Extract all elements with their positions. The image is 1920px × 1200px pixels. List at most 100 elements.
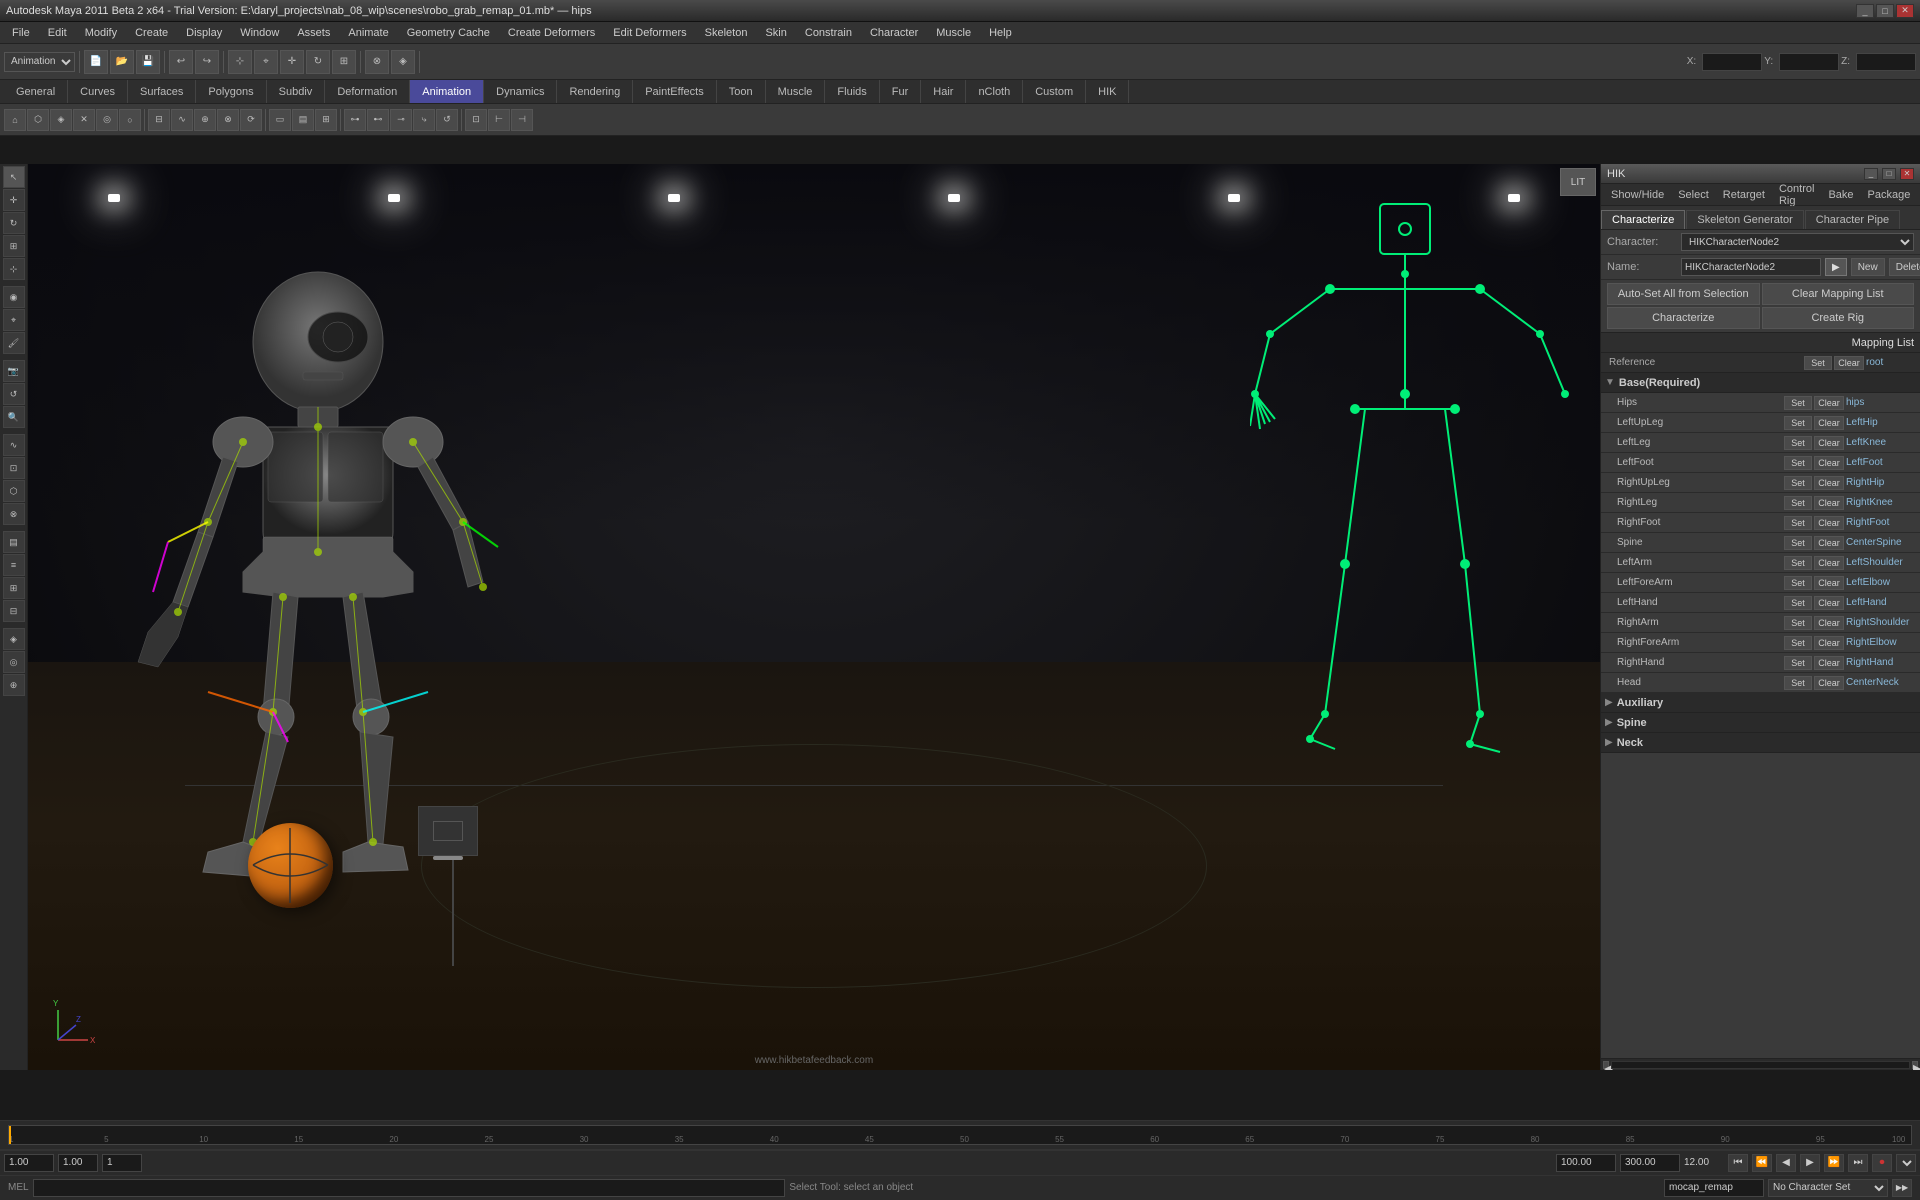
orbit-tool[interactable]: ↺ bbox=[3, 383, 25, 405]
redo-btn[interactable]: ↪ bbox=[195, 50, 219, 74]
menu-modify[interactable]: Modify bbox=[77, 25, 125, 41]
zoom-tool[interactable]: 🔍 bbox=[3, 406, 25, 428]
range-end-input[interactable] bbox=[1556, 1154, 1616, 1172]
undo-btn[interactable]: ↩ bbox=[169, 50, 193, 74]
tab-hik[interactable]: HIK bbox=[1086, 80, 1129, 103]
go-end-btn[interactable]: ⏭ bbox=[1848, 1154, 1868, 1172]
breakdown-icon[interactable]: ◈ bbox=[50, 109, 72, 131]
menu-muscle[interactable]: Muscle bbox=[928, 25, 979, 41]
menu-assets[interactable]: Assets bbox=[289, 25, 338, 41]
keyframe-icon[interactable]: ⌂ bbox=[4, 109, 26, 131]
right-fore-arm-clear-btn[interactable]: Clear bbox=[1814, 636, 1844, 650]
maximize-button[interactable]: □ bbox=[1876, 4, 1894, 18]
history-btn[interactable]: ⊗ bbox=[365, 50, 389, 74]
hik-minimize-btn[interactable]: _ bbox=[1864, 168, 1878, 180]
left-fore-arm-clear-btn[interactable]: Clear bbox=[1814, 576, 1844, 590]
command-input[interactable] bbox=[33, 1179, 786, 1197]
left-foot-set-btn[interactable]: Set bbox=[1784, 456, 1812, 470]
spine-set-btn[interactable]: Set bbox=[1784, 536, 1812, 550]
poly-tool[interactable]: ⬡ bbox=[3, 480, 25, 502]
hik-tab-skeleton-gen[interactable]: Skeleton Generator bbox=[1686, 210, 1803, 229]
channel-box[interactable]: ≡ bbox=[3, 554, 25, 576]
character-set-dropdown[interactable]: No Character Set bbox=[1768, 1179, 1888, 1197]
curve-editor-icon[interactable]: ∿ bbox=[171, 109, 193, 131]
layer-editor[interactable]: ▤ bbox=[3, 531, 25, 553]
tab-ncloth[interactable]: nCloth bbox=[966, 80, 1023, 103]
outliner[interactable]: ⊟ bbox=[3, 600, 25, 622]
hypershade[interactable]: ◎ bbox=[3, 651, 25, 673]
drive-key-icon[interactable]: ⊸ bbox=[390, 109, 412, 131]
right-foot-set-btn[interactable]: Set bbox=[1784, 516, 1812, 530]
menu-file[interactable]: File bbox=[4, 25, 38, 41]
reference-clear-btn[interactable]: Clear bbox=[1834, 356, 1864, 370]
hik-close-btn[interactable]: ✕ bbox=[1900, 168, 1914, 180]
hips-set-btn[interactable]: Set bbox=[1784, 396, 1812, 410]
new-btn[interactable]: New bbox=[1851, 258, 1885, 276]
key-all-icon[interactable]: ⬡ bbox=[27, 109, 49, 131]
tab-dynamics[interactable]: Dynamics bbox=[484, 80, 557, 103]
menu-edit[interactable]: Edit bbox=[40, 25, 75, 41]
paint-weights[interactable]: 🖌 bbox=[3, 332, 25, 354]
menu-character[interactable]: Character bbox=[862, 25, 926, 41]
menu-display[interactable]: Display bbox=[178, 25, 230, 41]
render-btn[interactable]: ◈ bbox=[391, 50, 415, 74]
tab-rendering[interactable]: Rendering bbox=[557, 80, 633, 103]
corner-button[interactable]: LIT bbox=[1560, 168, 1596, 196]
left-foot-clear-btn[interactable]: Clear bbox=[1814, 456, 1844, 470]
visor-icon[interactable]: ⊞ bbox=[315, 109, 337, 131]
hik-menu-showhide[interactable]: Show/Hide bbox=[1605, 187, 1670, 203]
hik-menu-bake[interactable]: Bake bbox=[1822, 187, 1859, 203]
left-up-leg-clear-btn[interactable]: Clear bbox=[1814, 416, 1844, 430]
left-leg-clear-btn[interactable]: Clear bbox=[1814, 436, 1844, 450]
tab-custom[interactable]: Custom bbox=[1023, 80, 1086, 103]
ghost-icon[interactable]: ◎ bbox=[96, 109, 118, 131]
loop-dropdown[interactable]: ↺ bbox=[1896, 1154, 1916, 1172]
tab-fur[interactable]: Fur bbox=[880, 80, 922, 103]
tab-animation[interactable]: Animation bbox=[410, 80, 484, 103]
scroll-right-btn[interactable]: ▶ bbox=[1912, 1061, 1918, 1069]
scroll-left-btn[interactable]: ◀ bbox=[1603, 1061, 1609, 1069]
hik-menu-retarget[interactable]: Retarget bbox=[1717, 187, 1771, 203]
tab-deformation[interactable]: Deformation bbox=[325, 80, 410, 103]
hik-menu-select[interactable]: Select bbox=[1672, 187, 1715, 203]
close-button[interactable]: ✕ bbox=[1896, 4, 1914, 18]
camera-tool[interactable]: 📷 bbox=[3, 360, 25, 382]
left-up-leg-set-btn[interactable]: Set bbox=[1784, 416, 1812, 430]
menu-geocache[interactable]: Geometry Cache bbox=[399, 25, 498, 41]
spine-section[interactable]: ▶ Spine bbox=[1601, 713, 1920, 733]
universal-tool[interactable]: ⊹ bbox=[3, 258, 25, 280]
prev-key-btn[interactable]: ⏪ bbox=[1752, 1154, 1772, 1172]
menu-create-def[interactable]: Create Deformers bbox=[500, 25, 603, 41]
delete-key-icon[interactable]: ✕ bbox=[73, 109, 95, 131]
timeline-track[interactable]: 1 5 10 15 20 25 30 35 40 45 50 55 60 65 … bbox=[8, 1125, 1912, 1145]
right-arm-set-btn[interactable]: Set bbox=[1784, 616, 1812, 630]
character-dropdown[interactable]: HIKCharacterNode2 bbox=[1681, 233, 1914, 251]
left-hand-clear-btn[interactable]: Clear bbox=[1814, 596, 1844, 610]
menu-edit-def[interactable]: Edit Deformers bbox=[605, 25, 694, 41]
node-editor[interactable]: ⊕ bbox=[3, 674, 25, 696]
tab-curves[interactable]: Curves bbox=[68, 80, 128, 103]
menu-constrain[interactable]: Constrain bbox=[797, 25, 860, 41]
right-hand-clear-btn[interactable]: Clear bbox=[1814, 656, 1844, 670]
head-set-btn[interactable]: Set bbox=[1784, 676, 1812, 690]
menu-create[interactable]: Create bbox=[127, 25, 176, 41]
path-anim-icon[interactable]: ⤷ bbox=[413, 109, 435, 131]
base-required-section[interactable]: ▼ Base(Required) bbox=[1601, 373, 1920, 393]
scale-tool[interactable]: ⊞ bbox=[3, 235, 25, 257]
surface-tool[interactable]: ⊡ bbox=[3, 457, 25, 479]
characterize-btn[interactable]: Characterize bbox=[1607, 307, 1760, 329]
menu-help[interactable]: Help bbox=[981, 25, 1020, 41]
animation-mode-dropdown[interactable]: Animation bbox=[4, 52, 75, 72]
create-rig-btn[interactable]: Create Rig bbox=[1762, 307, 1915, 329]
constraint-icon[interactable]: ⊡ bbox=[465, 109, 487, 131]
rotate-tool[interactable]: ↻ bbox=[3, 212, 25, 234]
right-fore-arm-set-btn[interactable]: Set bbox=[1784, 636, 1812, 650]
tab-polygons[interactable]: Polygons bbox=[196, 80, 266, 103]
scroll-track[interactable] bbox=[1611, 1061, 1910, 1069]
y-input[interactable] bbox=[1779, 53, 1839, 71]
unghost-icon[interactable]: ○ bbox=[119, 109, 141, 131]
arrow-btn[interactable]: ▶ bbox=[1825, 258, 1847, 276]
hik-tab-characterize[interactable]: Characterize bbox=[1601, 210, 1685, 229]
hik-menu-controlrig[interactable]: Control Rig bbox=[1773, 181, 1820, 209]
scale-btn[interactable]: ⊞ bbox=[332, 50, 356, 74]
